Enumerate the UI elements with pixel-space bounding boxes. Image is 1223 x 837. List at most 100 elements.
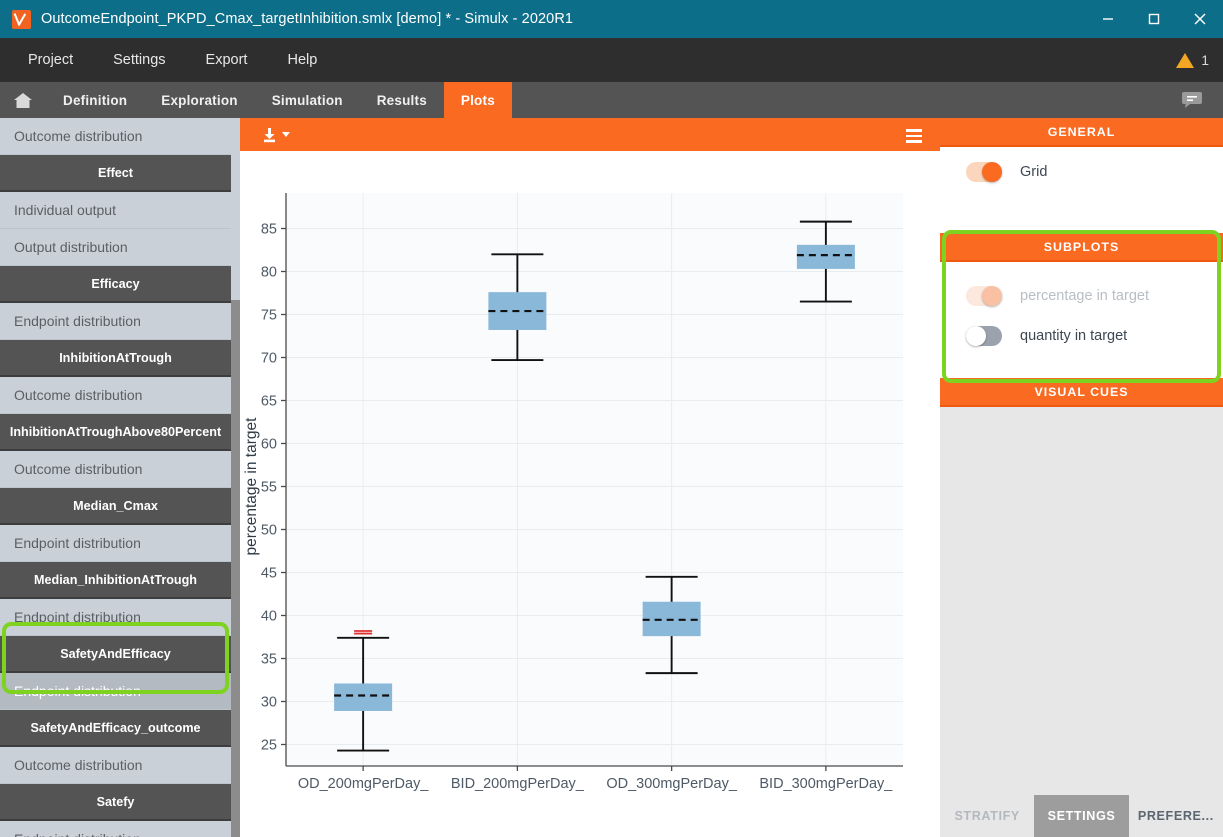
plot-tree-sidebar[interactable]: Outcome distribution Effect Individual out… (0, 118, 240, 837)
plot-tree-list: Outcome distribution Effect Individual out… (0, 118, 240, 837)
warning-count: 1 (1201, 52, 1209, 68)
sidebar-group-16[interactable]: SafetyAndEfficacy_outcome (0, 710, 231, 747)
sidebar-item-3[interactable]: Output distribution (0, 229, 231, 266)
box-rect (797, 245, 855, 269)
tab-preferences[interactable]: PREFERE... (1129, 795, 1223, 837)
menu-item-settings[interactable]: Settings (93, 38, 185, 82)
y-tick-label: 30 (261, 695, 277, 711)
sidebar-group-6[interactable]: InhibitionAtTrough (0, 340, 231, 377)
plot-toolbar (240, 118, 940, 151)
tab-stratify[interactable]: STRATIFY (940, 795, 1034, 837)
sidebar-group-12[interactable]: Median_InhibitionAtTrough (0, 562, 231, 599)
tab-results[interactable]: Results (360, 82, 444, 118)
home-icon[interactable] (0, 82, 46, 118)
sidebar-item-label: Endpoint distribution (14, 609, 141, 625)
sidebar-item-5[interactable]: Endpoint distribution (0, 303, 231, 340)
sidebar-item-0[interactable]: Outcome distribution (0, 118, 231, 155)
y-tick-label: 80 (261, 265, 277, 281)
maximize-icon[interactable] (1131, 0, 1177, 38)
section-body-subplots: percentage in target quantity in target (940, 262, 1223, 378)
y-tick-label: 50 (261, 523, 277, 539)
tab-exploration[interactable]: Exploration (144, 82, 254, 118)
y-tick-label: 35 (261, 652, 277, 668)
menu-item-project[interactable]: Project (8, 38, 93, 82)
y-tick-label: 60 (261, 437, 277, 453)
sidebar-item-label: Effect (98, 166, 133, 180)
sidebar-group-8[interactable]: InhibitionAtTroughAbove80Percent (0, 414, 231, 451)
sidebar-group-10[interactable]: Median_Cmax (0, 488, 231, 525)
nav-bar: Definition Exploration Simulation Result… (0, 82, 1223, 118)
sidebar-item-17[interactable]: Outcome distribution (0, 747, 231, 784)
window-title: OutcomeEndpoint_PKPD_Cmax_targetInhibiti… (41, 11, 573, 27)
sidebar-item-label: Outcome distribution (14, 128, 142, 144)
download-icon (262, 127, 277, 143)
grid-toggle-label: Grid (1020, 164, 1047, 180)
sidebar-item-label: Endpoint distribution (14, 683, 141, 699)
chevron-down-icon (282, 132, 290, 137)
y-tick-label: 55 (261, 480, 277, 496)
sidebar-item-label: Outcome distribution (14, 757, 142, 773)
y-tick-label: 45 (261, 566, 277, 582)
x-tick-label: BID_300mgPerDay_ (759, 776, 893, 792)
minimize-icon[interactable] (1085, 0, 1131, 38)
sidebar-item-13[interactable]: Endpoint distribution (0, 599, 231, 636)
boxplot-svg: 25303540455055606570758085percentage in … (240, 151, 940, 837)
sidebar-item-label: Outcome distribution (14, 387, 142, 403)
sidebar-item-15[interactable]: Endpoint distribution (0, 673, 231, 710)
y-axis-title: percentage in target (243, 417, 260, 556)
sidebar-group-4[interactable]: Efficacy (0, 266, 231, 303)
sidebar-item-label: Satefy (97, 795, 135, 809)
chat-bubble-icon[interactable] (1171, 82, 1213, 118)
quantity-in-target-toggle[interactable] (966, 326, 1002, 346)
sidebar-scrollbar[interactable] (231, 300, 240, 837)
hamburger-menu-icon[interactable] (906, 129, 922, 146)
settings-panel: GENERAL Grid SUBPLOTS percentage in targ… (940, 118, 1223, 837)
sidebar-group-18[interactable]: Satefy (0, 784, 231, 821)
setting-row-percentage-in-target: percentage in target (940, 276, 1223, 316)
sidebar-item-label: InhibitionAtTrough (59, 351, 172, 365)
plot-background (286, 193, 903, 766)
download-button[interactable] (262, 127, 290, 143)
percentage-in-target-label: percentage in target (1020, 288, 1149, 304)
warning-indicator[interactable]: 1 (1176, 38, 1209, 82)
sidebar-item-7[interactable]: Outcome distribution (0, 377, 231, 414)
x-tick-label: OD_300mgPerDay_ (606, 776, 737, 792)
plot-panel: 25303540455055606570758085percentage in … (240, 118, 940, 837)
sidebar-group-1[interactable]: Effect (0, 155, 231, 192)
x-tick-label: OD_200mgPerDay_ (298, 776, 429, 792)
menu-item-help[interactable]: Help (267, 38, 337, 82)
sidebar-item-11[interactable]: Endpoint distribution (0, 525, 231, 562)
setting-row-grid: Grid (940, 147, 1223, 187)
y-tick-label: 75 (261, 308, 277, 324)
tab-definition[interactable]: Definition (46, 82, 144, 118)
sidebar-item-9[interactable]: Outcome distribution (0, 451, 231, 488)
sidebar-item-label: Endpoint distribution (14, 313, 141, 329)
sidebar-item-label: SafetyAndEfficacy_outcome (30, 721, 200, 735)
section-header-subplots[interactable]: SUBPLOTS (940, 233, 1223, 262)
percentage-in-target-toggle[interactable] (966, 286, 1002, 306)
settings-bottom-tabs: STRATIFY SETTINGS PREFERE... (940, 795, 1223, 837)
section-header-general[interactable]: GENERAL (940, 118, 1223, 147)
tab-plots[interactable]: Plots (444, 82, 512, 118)
grid-toggle[interactable] (966, 162, 1002, 182)
sidebar-item-19[interactable]: Endpoint distribution (0, 821, 231, 837)
tab-settings[interactable]: SETTINGS (1034, 795, 1128, 837)
close-icon[interactable] (1177, 0, 1223, 38)
sidebar-item-label: InhibitionAtTroughAbove80Percent (10, 425, 221, 439)
sidebar-item-label: Median_Cmax (73, 499, 158, 513)
y-tick-label: 65 (261, 394, 277, 410)
tab-simulation[interactable]: Simulation (255, 82, 360, 118)
sidebar-item-2[interactable]: Individual output (0, 192, 231, 229)
sidebar-item-label: Efficacy (91, 277, 139, 291)
sidebar-item-label: Median_InhibitionAtTrough (34, 573, 197, 587)
sidebar-item-label: Endpoint distribution (14, 831, 141, 837)
sidebar-item-label: Outcome distribution (14, 461, 142, 477)
y-tick-label: 40 (261, 609, 277, 625)
boxplot-chart: 25303540455055606570758085percentage in … (240, 151, 940, 837)
sidebar-group-14[interactable]: SafetyAndEfficacy (0, 636, 231, 673)
y-tick-label: 25 (261, 738, 277, 754)
menu-item-export[interactable]: Export (186, 38, 268, 82)
section-header-visual-cues[interactable]: VISUAL CUES (940, 378, 1223, 407)
title-bar: OutcomeEndpoint_PKPD_Cmax_targetInhibiti… (0, 0, 1223, 38)
section-body-general: Grid (940, 147, 1223, 233)
